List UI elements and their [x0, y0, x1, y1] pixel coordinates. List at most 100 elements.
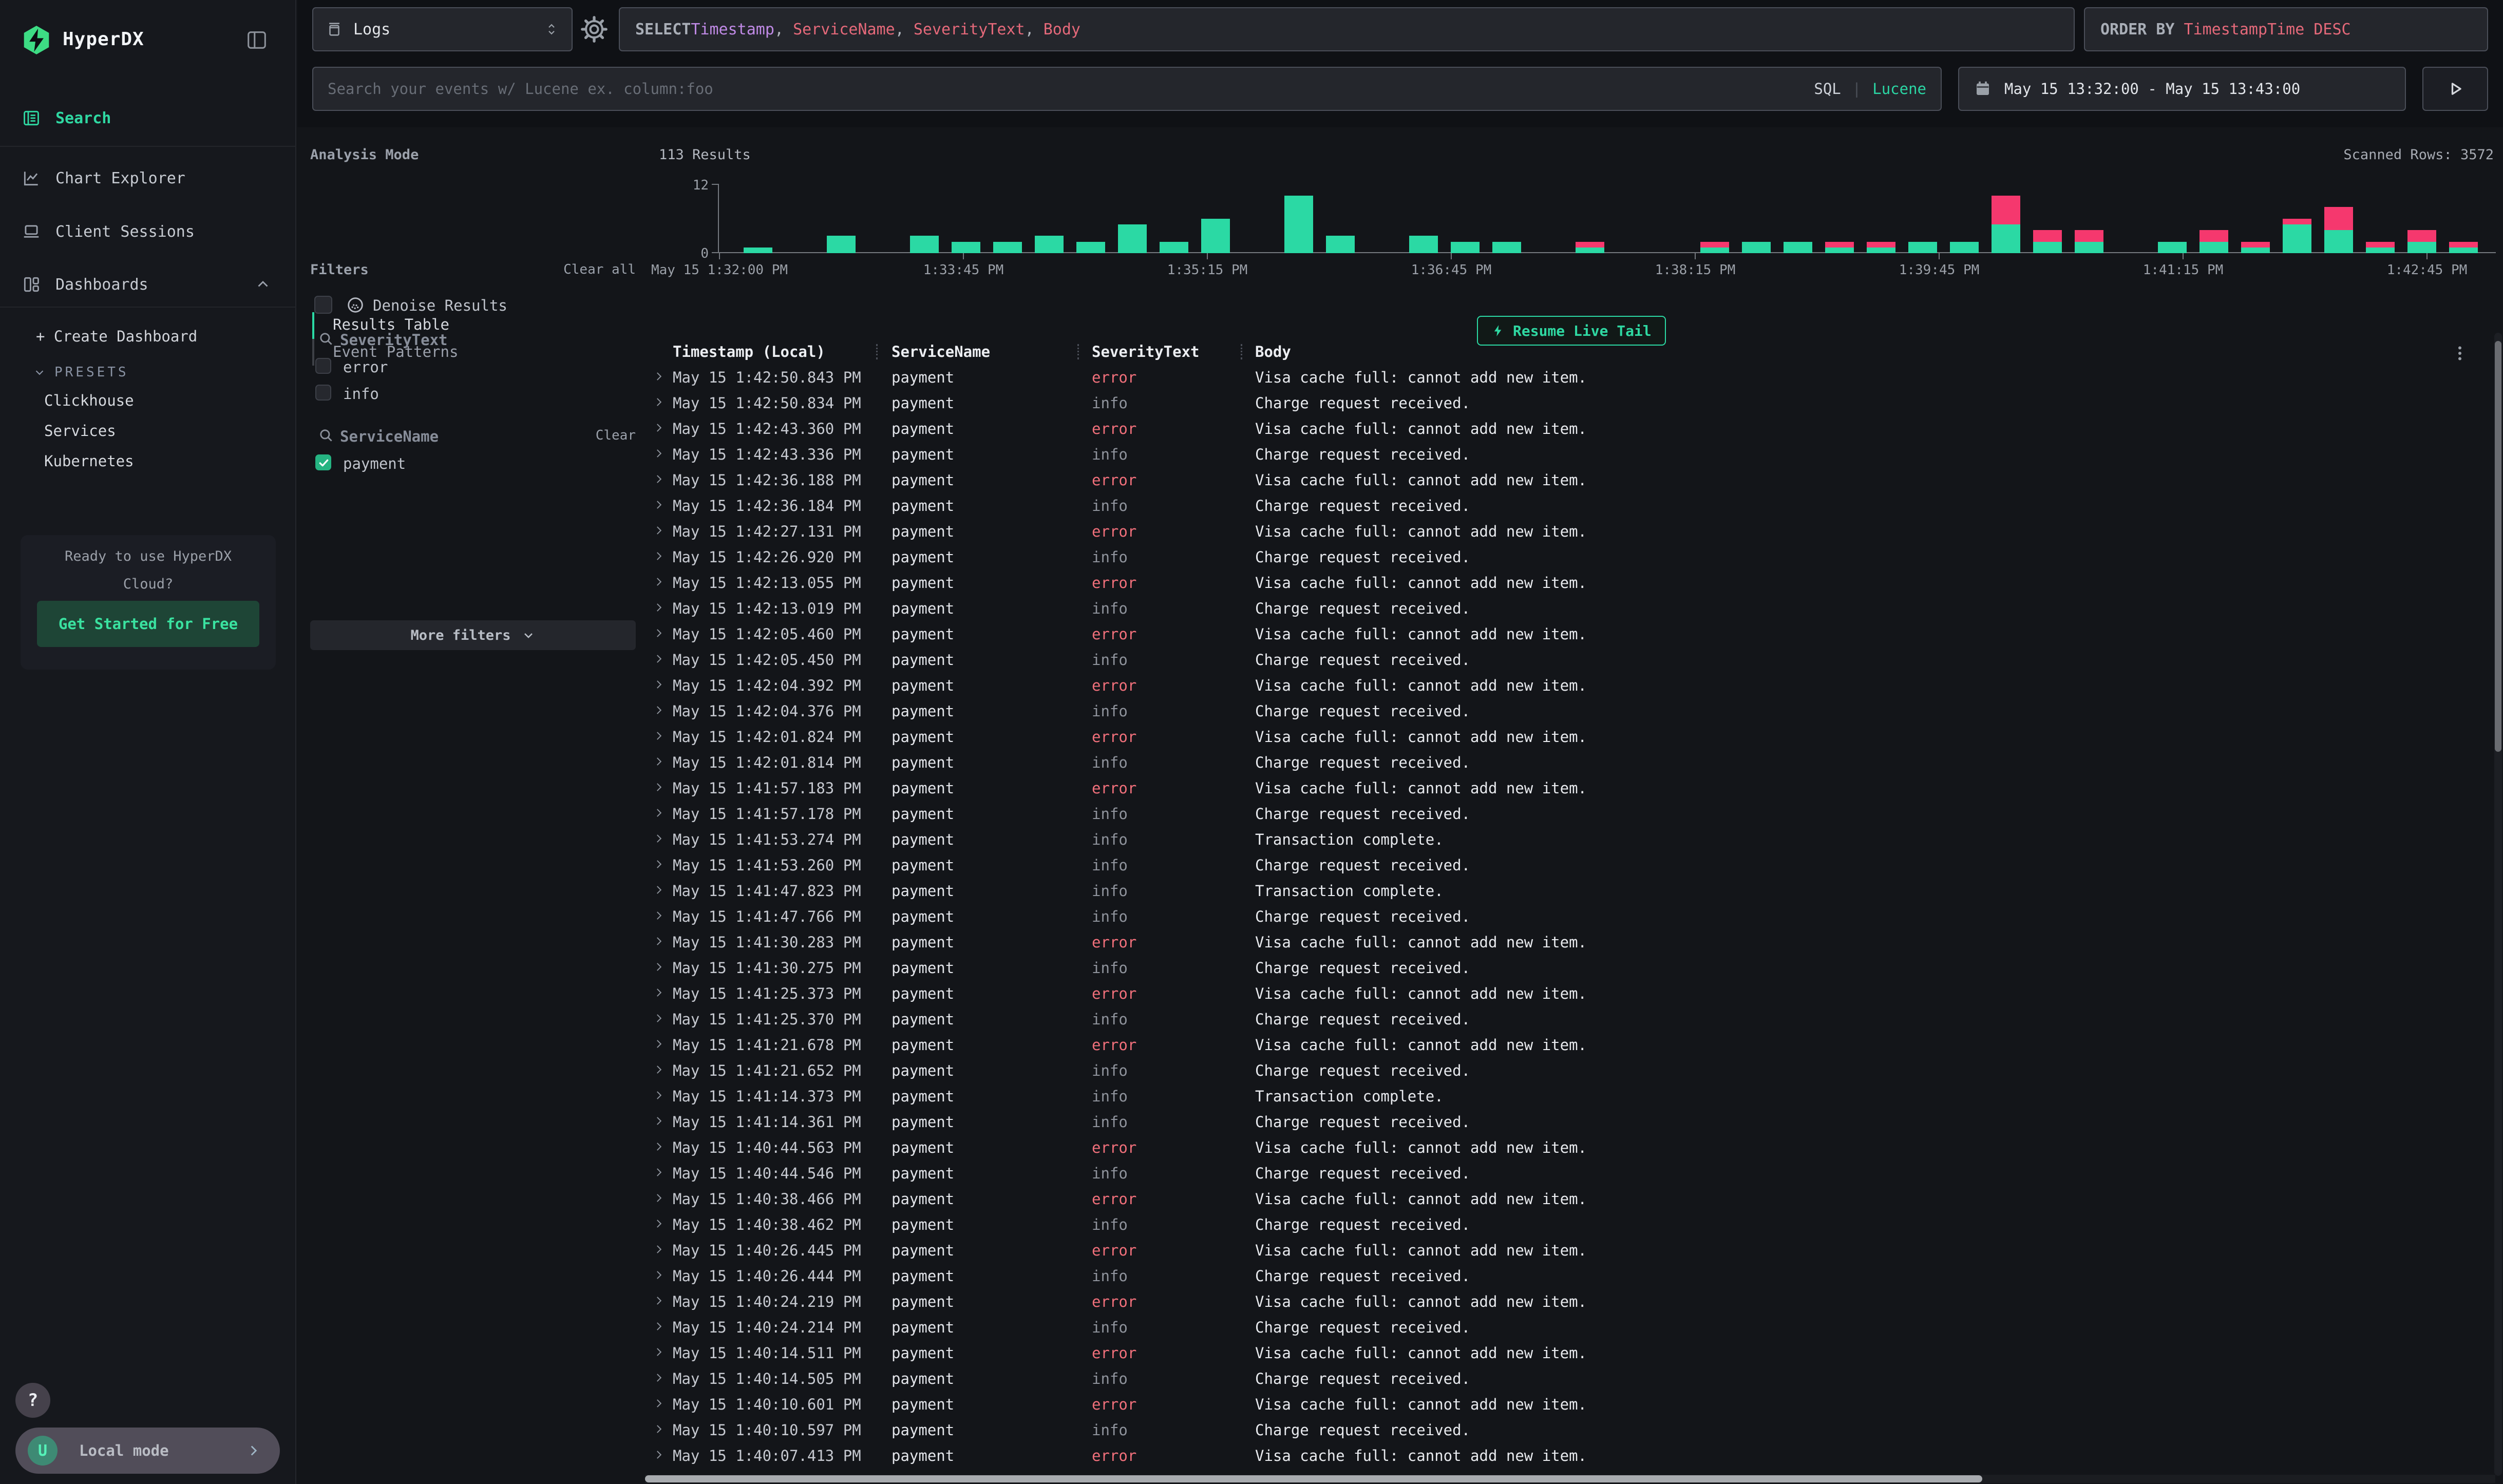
- sidebar-item-chart-explorer[interactable]: Chart Explorer: [0, 165, 296, 192]
- table-row[interactable]: May 15 1:42:43.360 PMpaymenterrorVisa ca…: [645, 416, 2494, 442]
- row-expand-chevron-icon[interactable]: [652, 420, 666, 435]
- row-expand-chevron-icon[interactable]: [652, 1447, 666, 1462]
- table-row[interactable]: May 15 1:42:05.460 PMpaymenterrorVisa ca…: [645, 621, 2494, 647]
- time-range-picker[interactable]: May 15 13:32:00 - May 15 13:43:00: [1958, 67, 2406, 111]
- row-expand-chevron-icon[interactable]: [652, 908, 666, 923]
- row-expand-chevron-icon[interactable]: [652, 934, 666, 949]
- table-row[interactable]: May 15 1:42:27.131 PMpaymenterrorVisa ca…: [645, 519, 2494, 544]
- table-row[interactable]: May 15 1:40:14.505 PMpaymentinfoCharge r…: [645, 1366, 2494, 1392]
- filter-option-payment[interactable]: payment: [343, 455, 406, 472]
- lucene-mode-button[interactable]: Lucene: [1872, 80, 1926, 98]
- row-expand-chevron-icon[interactable]: [652, 1242, 666, 1257]
- denoise-label[interactable]: Denoise Results: [373, 297, 507, 314]
- column-separator[interactable]: [1077, 344, 1079, 359]
- order-by-input[interactable]: ORDER BY TimestampTime DESC: [2084, 7, 2488, 51]
- row-expand-chevron-icon[interactable]: [652, 471, 666, 487]
- resume-live-tail-button[interactable]: Resume Live Tail: [1477, 316, 1666, 346]
- table-row[interactable]: May 15 1:40:26.445 PMpaymenterrorVisa ca…: [645, 1238, 2494, 1263]
- row-expand-chevron-icon[interactable]: [652, 1421, 666, 1437]
- row-expand-chevron-icon[interactable]: [652, 446, 666, 461]
- filter-group-clear-button[interactable]: Clear: [596, 428, 636, 443]
- table-row[interactable]: May 15 1:40:10.597 PMpaymentinfoCharge r…: [645, 1417, 2494, 1443]
- filter-option-info[interactable]: info: [343, 385, 379, 403]
- table-row[interactable]: May 15 1:41:14.361 PMpaymentinfoCharge r…: [645, 1109, 2494, 1135]
- row-expand-chevron-icon[interactable]: [652, 1293, 666, 1308]
- row-expand-chevron-icon[interactable]: [652, 985, 666, 1000]
- table-row[interactable]: May 15 1:40:44.546 PMpaymentinfoCharge r…: [645, 1160, 2494, 1186]
- row-expand-chevron-icon[interactable]: [652, 728, 666, 744]
- table-row[interactable]: May 15 1:41:47.766 PMpaymentinfoCharge r…: [645, 904, 2494, 929]
- row-expand-chevron-icon[interactable]: [652, 1165, 666, 1180]
- clear-all-button[interactable]: Clear all: [563, 262, 636, 277]
- select-clause-input[interactable]: SELECT Timestamp, ServiceName, SeverityT…: [619, 7, 2075, 51]
- table-row[interactable]: May 15 1:42:01.814 PMpaymentinfoCharge r…: [645, 750, 2494, 775]
- row-expand-chevron-icon[interactable]: [652, 600, 666, 615]
- horizontal-scrollbar-thumb[interactable]: [645, 1475, 1982, 1482]
- row-expand-chevron-icon[interactable]: [652, 831, 666, 846]
- sidebar-preset-clickhouse[interactable]: Clickhouse: [44, 392, 265, 409]
- table-row[interactable]: May 15 1:42:26.920 PMpaymentinfoCharge r…: [645, 544, 2494, 570]
- more-filters-button[interactable]: More filters: [310, 620, 636, 650]
- user-menu[interactable]: U Local mode: [15, 1428, 280, 1474]
- row-expand-chevron-icon[interactable]: [652, 1396, 666, 1411]
- run-query-button[interactable]: [2422, 67, 2488, 111]
- help-button[interactable]: ?: [15, 1383, 50, 1418]
- create-dashboard-button[interactable]: + Create Dashboard: [36, 328, 197, 345]
- row-expand-chevron-icon[interactable]: [652, 651, 666, 667]
- table-row[interactable]: May 15 1:41:53.274 PMpaymentinfoTransact…: [645, 827, 2494, 852]
- filter-option-error[interactable]: error: [343, 358, 388, 376]
- table-row[interactable]: May 15 1:41:21.652 PMpaymentinfoCharge r…: [645, 1058, 2494, 1083]
- table-row[interactable]: May 15 1:41:14.373 PMpaymentinfoTransact…: [645, 1083, 2494, 1109]
- table-row[interactable]: May 15 1:42:04.376 PMpaymentinfoCharge r…: [645, 698, 2494, 724]
- presets-toggle[interactable]: PRESETS: [33, 365, 129, 380]
- table-row[interactable]: May 15 1:41:57.183 PMpaymenterrorVisa ca…: [645, 775, 2494, 801]
- row-expand-chevron-icon[interactable]: [652, 1011, 666, 1026]
- sidebar-item-search[interactable]: Search: [0, 105, 296, 131]
- sidebar-preset-services[interactable]: Services: [44, 422, 265, 440]
- row-expand-chevron-icon[interactable]: [652, 1190, 666, 1206]
- row-expand-chevron-icon[interactable]: [652, 1088, 666, 1103]
- column-separator[interactable]: [876, 344, 878, 359]
- row-expand-chevron-icon[interactable]: [652, 959, 666, 975]
- table-row[interactable]: May 15 1:41:30.275 PMpaymentinfoCharge r…: [645, 955, 2494, 981]
- row-expand-chevron-icon[interactable]: [652, 1267, 666, 1283]
- sidebar-item-client-sessions[interactable]: Client Sessions: [0, 218, 296, 245]
- table-row[interactable]: May 15 1:40:26.444 PMpaymentinfoCharge r…: [645, 1263, 2494, 1289]
- row-expand-chevron-icon[interactable]: [652, 805, 666, 821]
- table-row[interactable]: May 15 1:42:13.019 PMpaymentinfoCharge r…: [645, 596, 2494, 621]
- row-expand-chevron-icon[interactable]: [652, 1344, 666, 1360]
- row-expand-chevron-icon[interactable]: [652, 497, 666, 512]
- table-row[interactable]: May 15 1:41:25.373 PMpaymenterrorVisa ca…: [645, 981, 2494, 1006]
- vertical-scrollbar[interactable]: [2494, 333, 2502, 1476]
- table-row[interactable]: May 15 1:41:53.260 PMpaymentinfoCharge r…: [645, 852, 2494, 878]
- row-expand-chevron-icon[interactable]: [652, 369, 666, 384]
- row-expand-chevron-icon[interactable]: [652, 754, 666, 769]
- table-row[interactable]: May 15 1:41:47.823 PMpaymentinfoTransact…: [645, 878, 2494, 904]
- table-row[interactable]: May 15 1:42:50.834 PMpaymentinfoCharge r…: [645, 390, 2494, 416]
- sidebar-item-dashboards[interactable]: Dashboards: [0, 271, 296, 298]
- row-expand-chevron-icon[interactable]: [652, 394, 666, 410]
- checkbox-payment[interactable]: [315, 454, 331, 470]
- table-row[interactable]: May 15 1:40:38.462 PMpaymentinfoCharge r…: [645, 1212, 2494, 1238]
- row-expand-chevron-icon[interactable]: [652, 523, 666, 538]
- checkbox-error[interactable]: [315, 358, 331, 374]
- table-row[interactable]: May 15 1:40:24.214 PMpaymentinfoCharge r…: [645, 1315, 2494, 1340]
- table-row[interactable]: May 15 1:40:44.563 PMpaymenterrorVisa ca…: [645, 1135, 2494, 1160]
- table-row[interactable]: May 15 1:42:36.184 PMpaymentinfoCharge r…: [645, 493, 2494, 519]
- checkbox-info[interactable]: [315, 385, 331, 401]
- row-expand-chevron-icon[interactable]: [652, 779, 666, 795]
- row-expand-chevron-icon[interactable]: [652, 882, 666, 898]
- row-expand-chevron-icon[interactable]: [652, 1113, 666, 1129]
- table-row[interactable]: May 15 1:42:13.055 PMpaymenterrorVisa ca…: [645, 570, 2494, 596]
- row-expand-chevron-icon[interactable]: [652, 702, 666, 718]
- table-row[interactable]: May 15 1:42:36.188 PMpaymenterrorVisa ca…: [645, 467, 2494, 493]
- sidebar-collapse-icon[interactable]: [245, 28, 269, 52]
- table-row[interactable]: May 15 1:41:30.283 PMpaymenterrorVisa ca…: [645, 929, 2494, 955]
- table-row[interactable]: May 15 1:42:01.824 PMpaymenterrorVisa ca…: [645, 724, 2494, 750]
- table-row[interactable]: May 15 1:42:43.336 PMpaymentinfoCharge r…: [645, 442, 2494, 467]
- table-row[interactable]: May 15 1:40:24.219 PMpaymenterrorVisa ca…: [645, 1289, 2494, 1315]
- table-row[interactable]: May 15 1:40:10.601 PMpaymenterrorVisa ca…: [645, 1392, 2494, 1417]
- row-expand-chevron-icon[interactable]: [652, 1370, 666, 1385]
- row-expand-chevron-icon[interactable]: [652, 625, 666, 641]
- table-row[interactable]: May 15 1:40:14.511 PMpaymenterrorVisa ca…: [645, 1340, 2494, 1366]
